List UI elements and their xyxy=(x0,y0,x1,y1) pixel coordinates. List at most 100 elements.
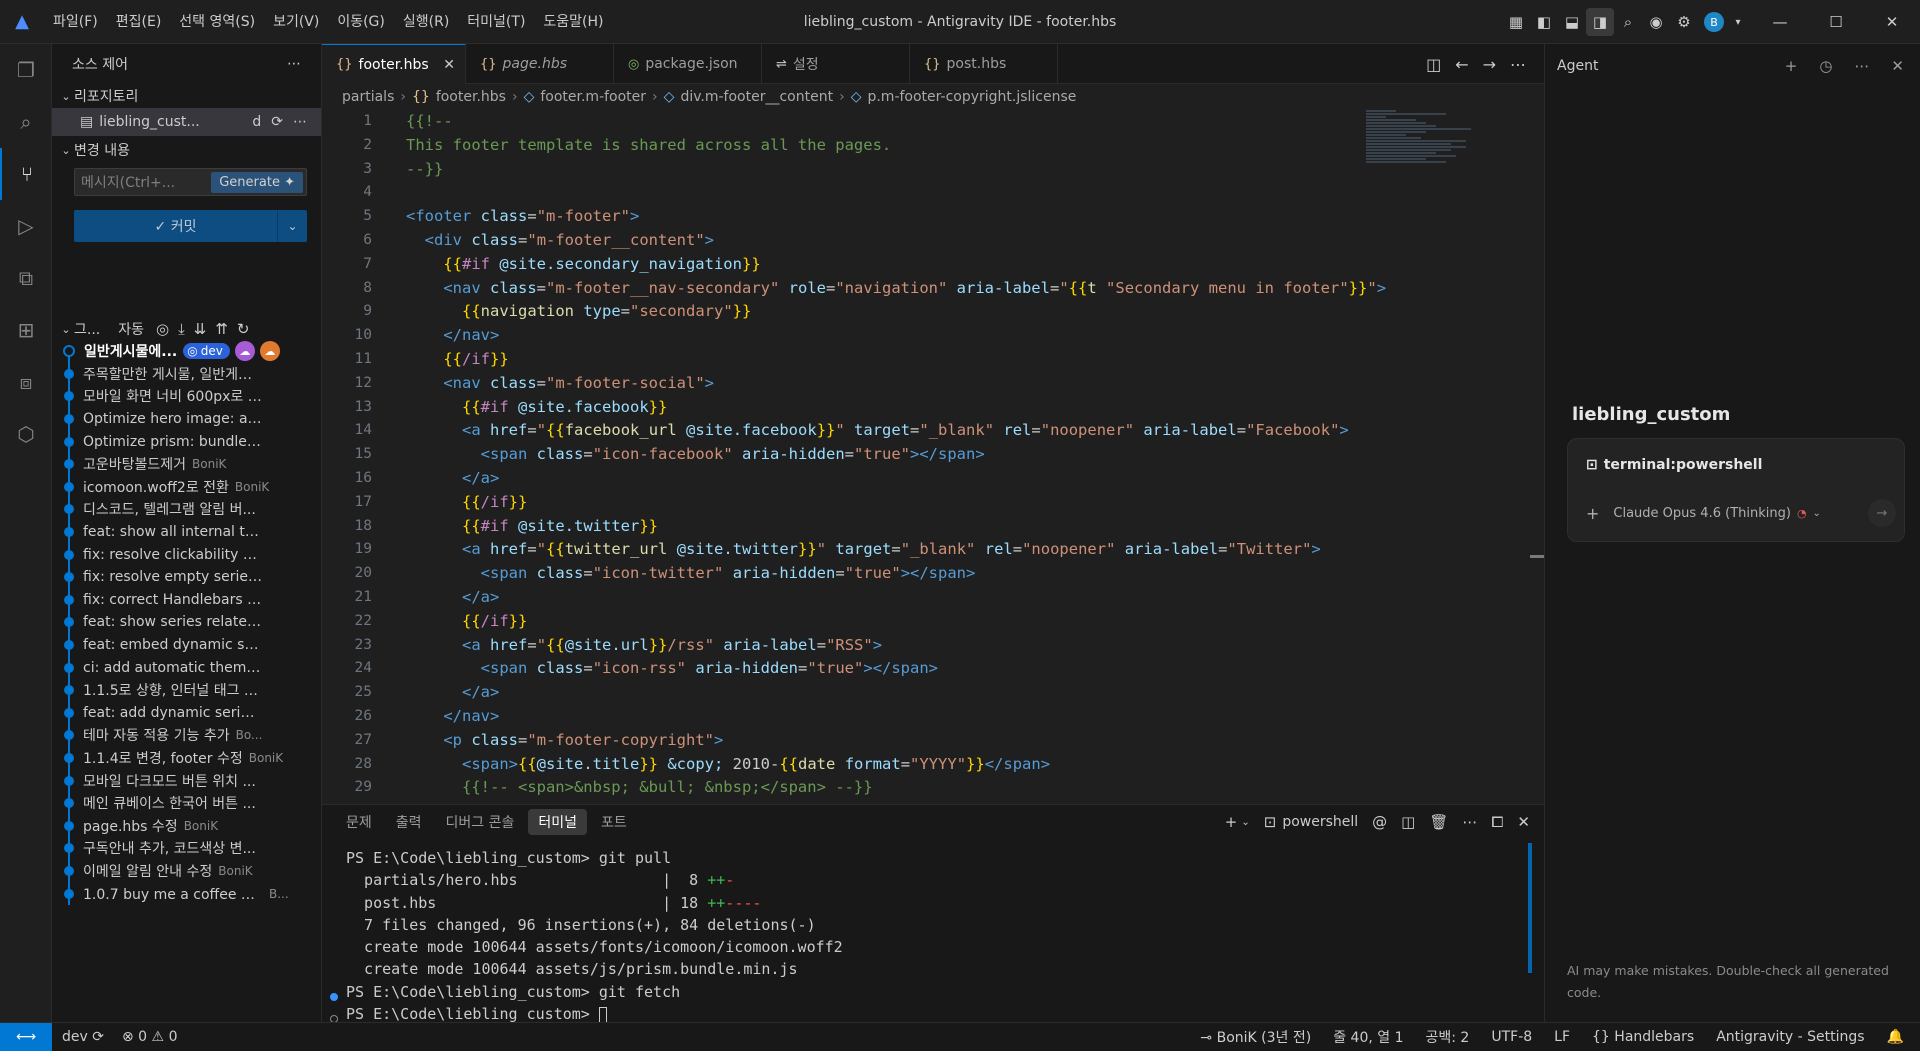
end-of-line[interactable]: LF xyxy=(1554,1029,1570,1045)
commit-list-item[interactable]: page.hbs 수정 BoniK xyxy=(52,814,321,838)
commit-list-item[interactable]: 모바일 다크모드 버튼 위치 ... xyxy=(52,769,321,792)
sync-icon[interactable]: ⟳ xyxy=(271,114,283,130)
git-blame[interactable]: ⊸ BoniK (3년 전) xyxy=(1200,1027,1311,1047)
editor-tab[interactable]: ◎ package.json xyxy=(614,44,762,84)
close-icon[interactable]: ✕ xyxy=(1891,57,1904,75)
commit-list-item[interactable]: feat: embed dynamic series ... xyxy=(52,633,321,657)
search-icon[interactable]: ⌕ xyxy=(1614,8,1642,36)
breadcrumb-item[interactable]: partials xyxy=(342,89,394,105)
repository-item[interactable]: ▤ liebling_cust... d ⟳ ⋯ xyxy=(52,108,321,136)
more-actions-icon[interactable]: ⋯ xyxy=(1854,57,1869,75)
commit-list-item[interactable]: feat: show series related post... xyxy=(52,611,321,634)
commit-list-item[interactable]: Optimize hero image: add u... xyxy=(52,407,321,431)
tab-terminal[interactable]: 터미널 xyxy=(528,809,588,835)
commit-message-input[interactable]: 메시지(Ctrl+... xyxy=(75,172,211,192)
maximize-button[interactable]: ☐ xyxy=(1808,0,1864,44)
avatar[interactable]: B xyxy=(1704,12,1724,32)
indentation[interactable]: 공백: 2 xyxy=(1426,1027,1470,1047)
split-terminal-icon[interactable]: ◫ xyxy=(1401,813,1415,831)
more-actions-icon[interactable]: ⋯ xyxy=(293,114,307,130)
breadcrumb-item[interactable]: footer.hbs xyxy=(436,89,506,105)
menu-run[interactable]: 실행(R) xyxy=(394,0,458,44)
chevron-down-icon[interactable]: ▾ xyxy=(1724,8,1752,36)
editor-tab[interactable]: {} post.hbs xyxy=(910,44,1058,84)
context-chip[interactable]: terminal:powershell xyxy=(1604,457,1763,473)
breadcrumb-item[interactable]: div.m-footer__content xyxy=(680,89,833,105)
commit-list-item[interactable]: feat: show all internal tags re... xyxy=(52,520,321,544)
chevron-down-icon[interactable]: ⌄ xyxy=(277,210,307,242)
layout-grid-icon[interactable]: ▦ xyxy=(1502,8,1530,36)
commit-list-item[interactable]: fix: resolve empty series slug... xyxy=(52,565,321,589)
generate-button[interactable]: Generate ✦ xyxy=(211,171,303,193)
minimize-button[interactable]: — xyxy=(1752,0,1808,44)
graph-icon[interactable]: ⧈ xyxy=(0,356,52,408)
menu-go[interactable]: 이동(G) xyxy=(328,0,394,44)
refresh-icon[interactable]: ↻ xyxy=(237,320,250,338)
new-chat-icon[interactable]: + xyxy=(1785,57,1798,75)
remote-explorer-icon[interactable]: ⧉ xyxy=(0,252,52,304)
package-icon[interactable]: ⬡ xyxy=(0,408,52,460)
graph-section-header[interactable]: ⌄ 그... 자동 ◎ ⤓ ⇊ ⇈ ↻ xyxy=(52,318,321,340)
cursor-position[interactable]: 줄 40, 열 1 xyxy=(1333,1027,1403,1047)
tab-debug-console[interactable]: 디버그 콘솔 xyxy=(436,809,525,835)
code-editor[interactable]: 1 2 3 4 5 6 7 8 9 10 11 12 13 14 15 16 17 18 19 20 21 22 23 24 2… xyxy=(322,110,1544,804)
trash-icon[interactable]: 🗑 xyxy=(1429,813,1448,831)
menu-file[interactable]: 파일(F) xyxy=(44,0,107,44)
explorer-icon[interactable]: ❐ xyxy=(0,44,52,96)
terminal-scrollbar[interactable] xyxy=(1528,843,1532,973)
menu-selection[interactable]: 선택 영역(S) xyxy=(170,0,264,44)
agent-input-card[interactable]: ⊡ terminal:powershell + Claude Opus 4.6 … xyxy=(1567,438,1905,542)
chevron-down-icon[interactable]: ⌄ xyxy=(1813,508,1821,519)
extensions-icon[interactable]: ⊞ xyxy=(0,304,52,356)
minimap[interactable] xyxy=(1366,110,1476,200)
commit-list-item[interactable]: 모바일 화면 너비 600px로 고... xyxy=(52,385,321,408)
search-icon[interactable]: ⌕ xyxy=(0,96,52,148)
menu-view[interactable]: 보기(V) xyxy=(264,0,328,44)
menu-help[interactable]: 도움말(H) xyxy=(534,0,612,44)
close-icon[interactable]: ✕ xyxy=(1517,813,1530,831)
commit-list-item[interactable]: 이메일 알림 안내 수정 BoniK xyxy=(52,859,321,883)
more-actions-icon[interactable]: ⋯ xyxy=(1510,55,1526,74)
navigate-forward-icon[interactable]: → xyxy=(1483,55,1496,74)
pull-icon[interactable]: ⇊ xyxy=(194,320,207,338)
commit-list-item[interactable]: 주목할만한 게시물, 일반게시... xyxy=(52,362,321,386)
commit-list-item[interactable]: fix: correct Handlebars conte... xyxy=(52,588,321,612)
commit-list-item[interactable]: feat: add dynamic series pag... xyxy=(52,701,321,725)
commit-list-item[interactable]: 1.0.7 buy me a coffee 추가 B... xyxy=(52,882,321,905)
navigate-back-icon[interactable]: ← xyxy=(1455,55,1468,74)
close-window-button[interactable]: ✕ xyxy=(1864,0,1920,44)
commit-list-item[interactable]: 구독안내 추가, 코드색상 변... xyxy=(52,837,321,860)
settings-link[interactable]: Antigravity - Settings xyxy=(1716,1029,1864,1045)
menu-terminal[interactable]: 터미널(T) xyxy=(458,0,534,44)
toggle-panel-icon[interactable]: ⬓ xyxy=(1558,8,1586,36)
terminal-output[interactable]: PS E:\Code\liebling_custom> git pull par… xyxy=(346,847,1516,1025)
source-control-icon[interactable]: ⑂ xyxy=(0,148,52,200)
new-terminal-icon[interactable]: + xyxy=(1225,813,1238,831)
more-actions-icon[interactable]: ⋯ xyxy=(1462,813,1477,831)
editor-tab[interactable]: {} footer.hbs ✕ xyxy=(322,44,466,84)
commit-list-item[interactable]: icomoon.woff2로 전환 BoniK xyxy=(52,475,321,499)
gear-icon[interactable]: ⚙ xyxy=(1670,8,1698,36)
browser-icon[interactable]: ◉ xyxy=(1642,8,1670,36)
remote-indicator-icon[interactable]: ⟷ xyxy=(0,1022,52,1051)
changes-section[interactable]: ⌄ 변경 내용 xyxy=(52,138,321,162)
push-icon[interactable]: ⇈ xyxy=(215,320,228,338)
toggle-secondary-sidebar-icon[interactable]: ◨ xyxy=(1586,8,1614,36)
language-mode[interactable]: {} Handlebars xyxy=(1592,1029,1694,1045)
run-debug-icon[interactable]: ▷ xyxy=(0,200,52,252)
send-button[interactable]: → xyxy=(1868,499,1896,527)
target-icon[interactable]: ◎ xyxy=(156,320,169,338)
breadcrumb-item[interactable]: p.m-footer-copyright.jslicense xyxy=(867,89,1076,105)
commit-list-item[interactable]: fix: resolve clickability of seri... xyxy=(52,543,321,566)
editor-tab[interactable]: {} page.hbs xyxy=(466,44,614,84)
breadcrumb-item[interactable]: footer.m-footer xyxy=(540,89,646,105)
commit-list-item[interactable]: 메인 큐베이스 한국어 버튼 ... xyxy=(52,791,321,815)
branch-badge[interactable]: ◎ dev xyxy=(183,343,230,360)
model-selector[interactable]: Claude Opus 4.6 (Thinking) xyxy=(1613,506,1791,521)
bell-icon[interactable]: 🔔 xyxy=(1887,1029,1904,1045)
chevron-down-icon[interactable]: ⌄ xyxy=(1241,817,1249,828)
commit-list-item[interactable]: 일반게시물에... ◎ dev ☁ ☁ xyxy=(52,340,321,363)
commit-list-item[interactable]: 고운바탕볼드제거 BoniK xyxy=(52,452,321,476)
editor-tab[interactable]: ⇌ 설정 xyxy=(762,44,910,84)
commit-button[interactable]: ✓ 커밋 xyxy=(74,210,277,242)
